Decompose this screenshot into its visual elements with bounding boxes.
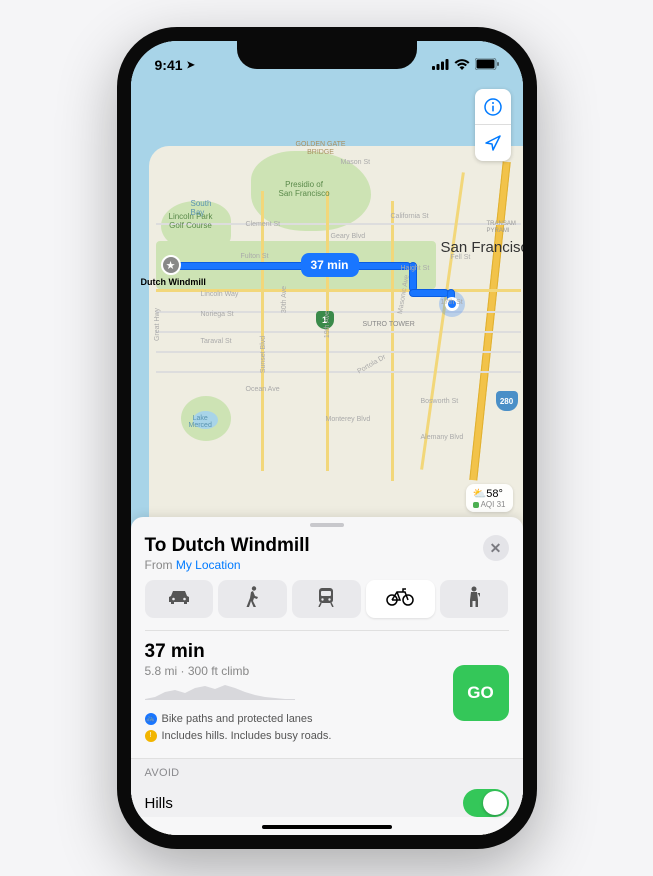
locate-me-button[interactable] [475, 125, 511, 161]
route-time-badge[interactable]: 37 min [301, 253, 359, 277]
street-label: Alemany Blvd [421, 434, 464, 441]
car-icon [167, 589, 191, 610]
street-label: Fulton St [241, 253, 269, 260]
warning-icon: ! [145, 730, 157, 742]
sheet-title: To Dutch Windmill [145, 535, 310, 557]
street-label: 19th Ave [324, 311, 331, 338]
mode-drive[interactable] [145, 580, 214, 618]
street-label: Geary Blvd [331, 233, 366, 240]
avoid-section: AVOID Hills [131, 758, 523, 817]
map-controls [475, 89, 511, 161]
rideshare-icon [467, 586, 481, 613]
weather-badge[interactable]: ⛅58° AQI 31 [466, 484, 513, 512]
landmark-southbay: SouthBay [191, 199, 212, 217]
close-icon: ✕ [490, 540, 502, 557]
sheet-from: From My Location [145, 558, 310, 572]
weather-aqi: AQI 31 [481, 500, 506, 509]
street-label: 17th St [441, 299, 463, 306]
street-label: Clement St [246, 221, 281, 228]
mode-rideshare[interactable] [440, 580, 509, 618]
street-label: Ocean Ave [246, 386, 280, 393]
go-button[interactable]: GO [453, 665, 509, 721]
walk-icon [246, 586, 260, 613]
status-time: 9:41 [155, 57, 183, 73]
avoid-hills-toggle[interactable] [463, 789, 509, 817]
landmark-presidio: Presidio ofSan Francisco [279, 181, 330, 199]
mode-cycle[interactable] [366, 580, 435, 618]
street-label: Haight St [401, 265, 430, 272]
transit-icon [317, 587, 335, 612]
bicycle-icon [386, 588, 414, 611]
street-label: Noriega St [201, 311, 234, 318]
phone-frame: 9:41 ➤ [117, 27, 537, 849]
route-note: 🚲Bike paths and protected lanes [145, 711, 453, 728]
street-label: Lincoln Way [201, 291, 239, 298]
route-polyline [171, 262, 411, 270]
notch [237, 41, 417, 69]
destination-pin[interactable]: ★ [161, 255, 181, 275]
route-card: 37 min 5.8 mi · 300 ft climb 🚲Bike paths… [145, 630, 509, 744]
street-label: Sunset Blvd [260, 336, 267, 373]
wifi-icon [454, 57, 470, 73]
street-label: Monterey Blvd [326, 416, 371, 423]
street-label: Taraval St [201, 338, 232, 345]
street-label: Fell St [451, 254, 471, 261]
avoid-hills-label: Hills [145, 795, 173, 812]
sheet-grabber[interactable] [310, 523, 344, 527]
hwy-shield-280: 280 [496, 391, 518, 411]
street-label: California St [391, 213, 429, 220]
home-indicator[interactable] [262, 825, 392, 829]
route-note: !Includes hills. Includes busy roads. [145, 728, 453, 745]
landmark-merced: LakeMerced [189, 415, 212, 429]
route-stats: 5.8 mi · 300 ft climb [145, 664, 453, 678]
avoid-section-title: AVOID [145, 767, 509, 779]
transport-mode-selector [131, 580, 523, 630]
landmark-transamerica: TRANSAMPYRAMI [487, 221, 516, 234]
avoid-row-hills: Hills [145, 789, 509, 817]
from-location-link[interactable]: My Location [176, 558, 241, 572]
landmark-sutro: SUTRO TOWER [363, 321, 415, 328]
cellular-signal-icon [432, 57, 449, 73]
elevation-profile [145, 682, 295, 700]
destination-label: Dutch Windmill [141, 277, 206, 287]
close-button[interactable]: ✕ [483, 535, 509, 561]
mode-walk[interactable] [218, 580, 287, 618]
directions-sheet: To Dutch Windmill From My Location ✕ [131, 517, 523, 835]
battery-icon [475, 57, 499, 73]
weather-temp: 58° [486, 488, 503, 500]
street-label: Great Hwy [154, 308, 161, 341]
street-label: Mason St [341, 159, 371, 166]
street-label: Bosworth St [421, 398, 459, 405]
location-services-icon: ➤ [187, 60, 195, 71]
mode-transit[interactable] [292, 580, 361, 618]
map-info-button[interactable] [475, 89, 511, 125]
weather-partly-cloudy-icon: ⛅ [473, 488, 487, 500]
bike-path-icon: 🚲 [145, 713, 157, 725]
route-polyline [409, 289, 449, 297]
landmark-golden-gate: GOLDEN GATEBRIDGE [296, 141, 346, 156]
street-label: 30th Ave [281, 286, 288, 313]
phone-screen: 9:41 ➤ [131, 41, 523, 835]
route-duration: 37 min [145, 641, 453, 663]
